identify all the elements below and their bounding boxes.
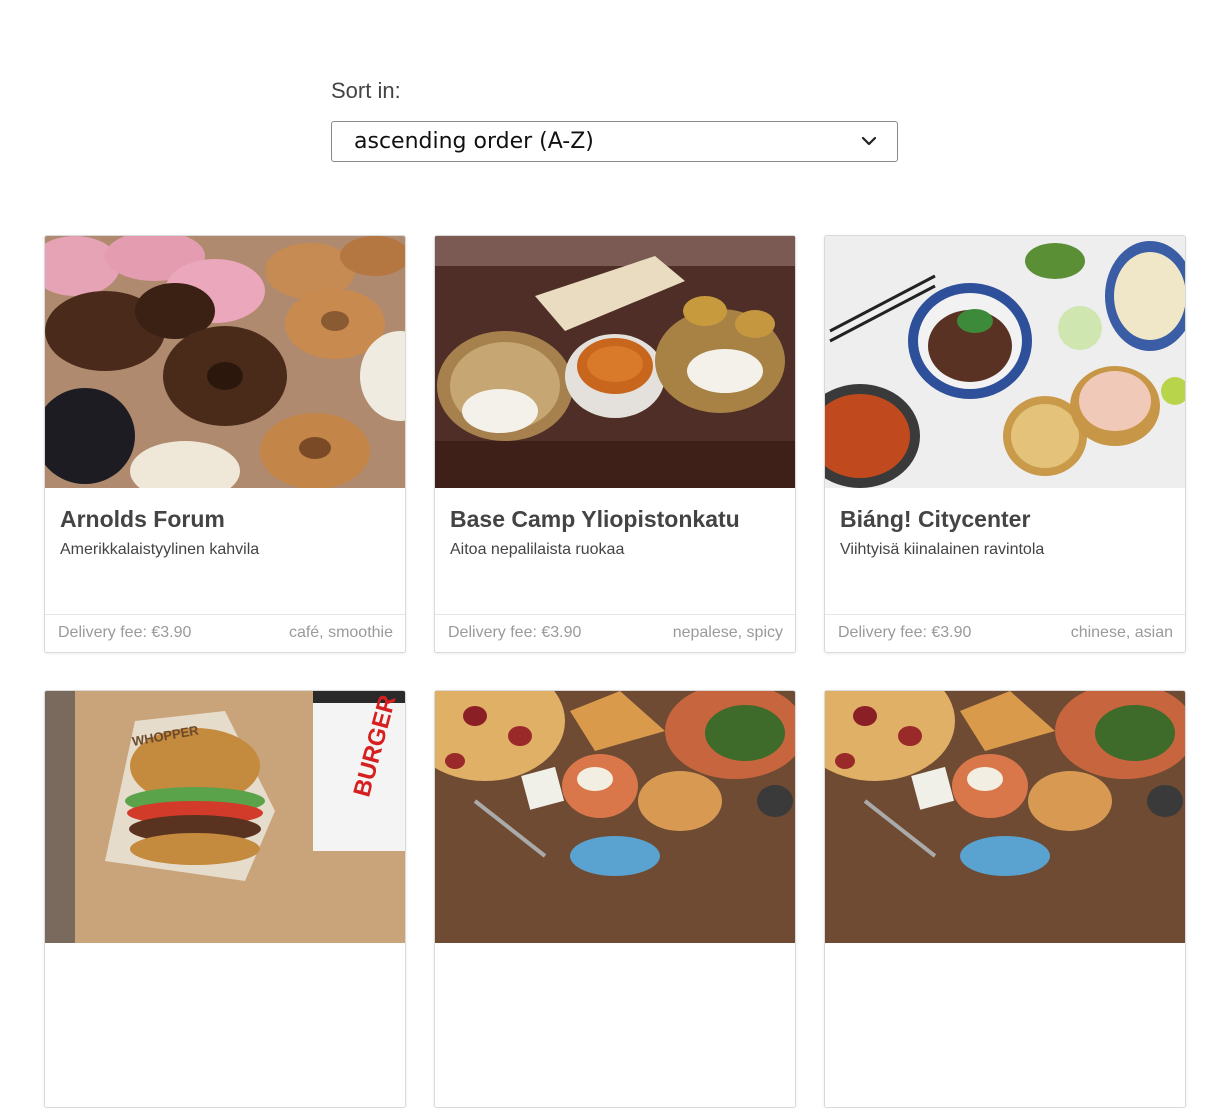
delivery-fee: Delivery fee: €3.90 (58, 624, 192, 641)
restaurant-name: Base Camp Yliopistonkatu (450, 506, 740, 532)
restaurant-description: Amerikkalaistyylinen kahvila (60, 541, 260, 558)
sort-label: Sort in: (331, 78, 401, 103)
burger-king-photo: BURGER KING WHOPPER (45, 691, 405, 943)
restaurant-card[interactable]: Arnolds Forum Amerikkalaistyylinen kahvi… (44, 235, 406, 653)
sort-order-value: ascending order (A-Z) (354, 129, 594, 154)
restaurant-card[interactable]: Biáng! Citycenter Viihtyisä kiinalainen … (824, 235, 1186, 653)
restaurant-card[interactable]: Base Camp Yliopistonkatu Aitoa nepalilai… (434, 235, 796, 653)
restaurant-card[interactable]: BURGER KING WHOPPER (44, 690, 406, 1108)
card-footer: Delivery fee: €3.90 chinese, asian (825, 614, 1185, 652)
restaurant-tags: café, smoothie (288, 624, 393, 641)
restaurant-description: Viihtyisä kiinalainen ravintola (840, 541, 1045, 558)
pizza-table-photo (435, 691, 795, 943)
restaurant-card[interactable] (824, 690, 1186, 1108)
sort-order-select[interactable]: ascending order (A-Z) (331, 121, 898, 162)
restaurant-name: Arnolds Forum (60, 506, 225, 532)
restaurant-name: Biáng! Citycenter (840, 506, 1031, 532)
nepalese-thali-photo (435, 236, 795, 488)
delivery-fee: Delivery fee: €3.90 (448, 624, 582, 641)
card-footer: Delivery fee: €3.90 nepalese, spicy (435, 614, 795, 652)
restaurant-card[interactable] (434, 690, 796, 1108)
card-footer: Delivery fee: €3.90 café, smoothie (45, 614, 405, 652)
pizza-table-photo (825, 691, 1185, 943)
donuts-photo (45, 236, 405, 488)
chevron-down-icon (861, 136, 877, 146)
chinese-dishes-photo (825, 236, 1185, 488)
restaurant-tags: nepalese, spicy (672, 624, 783, 641)
restaurant-tags: chinese, asian (1070, 624, 1173, 641)
delivery-fee: Delivery fee: €3.90 (838, 624, 972, 641)
restaurant-description: Aitoa nepalilaista ruokaa (450, 541, 625, 558)
